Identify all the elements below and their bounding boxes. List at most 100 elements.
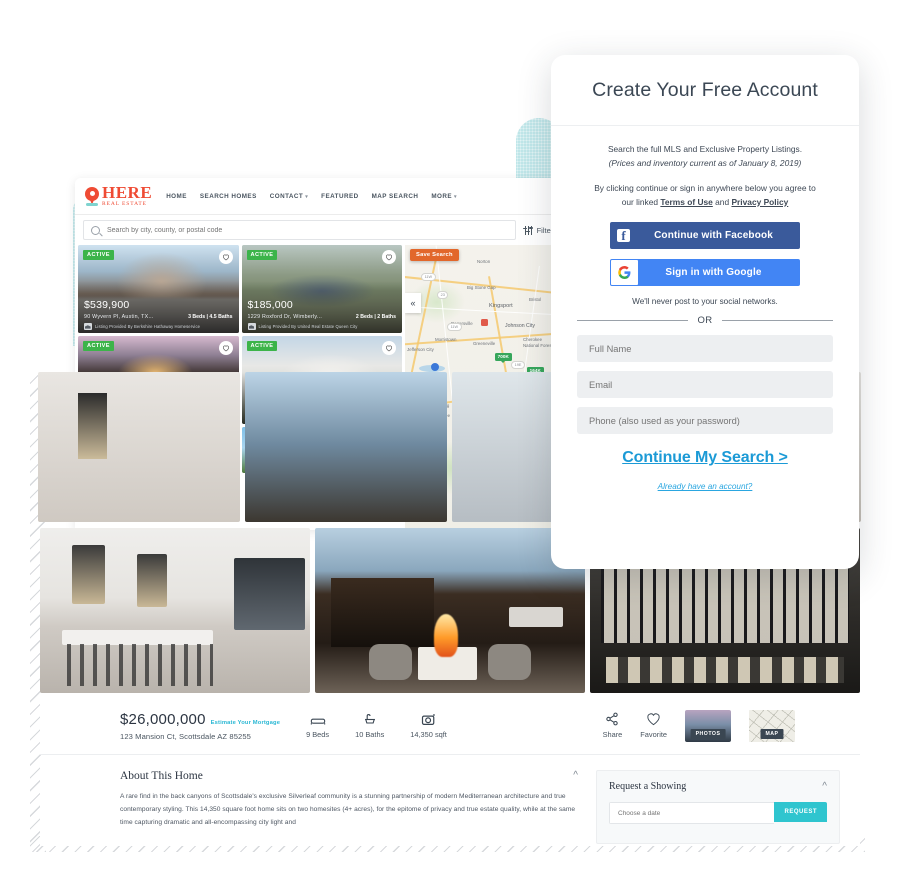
listing-provider: Listing Provided By United Real Estate Q… bbox=[247, 323, 358, 330]
listing-card[interactable]: ACTIVE $539,900 90 Wyvern Pl, Austin, TX… bbox=[78, 245, 239, 333]
listing-price: $185,000 bbox=[247, 299, 293, 311]
map-place-label: Bristol bbox=[529, 297, 542, 302]
photos-thumbnail-button[interactable]: PHOTOS bbox=[685, 709, 731, 742]
sign-in-with-google-button[interactable]: Sign in with Google bbox=[610, 259, 800, 287]
gallery-photo-kitchen[interactable] bbox=[40, 528, 310, 693]
continue-my-search-button[interactable]: Continue My Search > bbox=[577, 449, 833, 467]
terms-mid: our linked bbox=[621, 196, 661, 207]
chevron-down-icon: ▾ bbox=[305, 193, 309, 200]
nav-item-featured[interactable]: FEATURED bbox=[321, 193, 358, 200]
status-badge: ACTIVE bbox=[246, 341, 278, 351]
mls-house-icon bbox=[247, 323, 256, 330]
property-stat-beds: 9 Beds bbox=[306, 712, 329, 739]
map-place-label: Big Stone Gap bbox=[467, 285, 496, 290]
favorite-button[interactable]: Favorite bbox=[640, 712, 667, 739]
heart-icon bbox=[646, 712, 661, 726]
property-address: 123 Mansion Ct, Scottsdale AZ 85255 bbox=[120, 731, 251, 741]
page-canvas: HERE REAL ESTATE HOME SEARCH HOMES CONTA… bbox=[0, 0, 900, 881]
interstate-badge-icon bbox=[431, 363, 439, 371]
map-place-label: Greeneville bbox=[473, 341, 496, 346]
request-title: Request a Showing bbox=[609, 781, 687, 792]
gallery-photo[interactable] bbox=[38, 372, 240, 522]
nav-item-more[interactable]: MORE ▾ bbox=[431, 193, 457, 200]
full-name-input[interactable] bbox=[587, 342, 823, 355]
map-place-label: Morristown bbox=[435, 337, 457, 342]
property-price: $26,000,000 bbox=[120, 710, 206, 728]
privacy-policy-link[interactable]: Privacy Policy bbox=[731, 197, 788, 207]
share-button[interactable]: Share bbox=[603, 712, 622, 739]
already-have-account-link[interactable]: Already have an account? bbox=[577, 482, 833, 491]
modal-subtitle-line1: Search the full MLS and Exclusive Proper… bbox=[607, 144, 803, 154]
nav-item-contact[interactable]: CONTACT ▾ bbox=[270, 193, 308, 200]
terms-of-use-link[interactable]: Terms of Use bbox=[660, 197, 712, 207]
listing-card[interactable]: ACTIVE $185,000 1229 Roxford Dr, Wimberl… bbox=[241, 245, 402, 333]
map-place-label: Kingsport bbox=[489, 303, 513, 309]
nav-item-search-homes[interactable]: SEARCH HOMES bbox=[200, 193, 257, 200]
full-name-field[interactable] bbox=[577, 335, 833, 363]
property-stat-baths: 10 Baths bbox=[355, 712, 384, 739]
modal-subtitle: Search the full MLS and Exclusive Proper… bbox=[577, 143, 833, 170]
map-place-label: Jefferson City bbox=[407, 347, 434, 352]
modal-title: Create Your Free Account bbox=[592, 78, 818, 101]
google-button-label: Sign in with Google bbox=[665, 267, 762, 279]
site-search-row: Filters bbox=[75, 215, 565, 245]
favorite-heart-icon[interactable] bbox=[382, 341, 396, 355]
mls-house-icon bbox=[84, 323, 92, 330]
listing-address: 1229 Roxford Dr, Wimberly... bbox=[247, 314, 323, 320]
email-input[interactable] bbox=[587, 378, 823, 391]
site-logo[interactable]: HERE REAL ESTATE bbox=[85, 184, 152, 208]
continue-with-facebook-button[interactable]: Continue with Facebook bbox=[610, 222, 800, 250]
collapse-panel-button[interactable]: « bbox=[405, 293, 421, 313]
gallery-photo-patio[interactable] bbox=[315, 528, 585, 693]
favorite-heart-icon[interactable] bbox=[382, 250, 396, 264]
modal-body: Search the full MLS and Exclusive Proper… bbox=[551, 126, 859, 491]
terms-prefix: By clicking continue or sign in anywhere… bbox=[594, 183, 816, 194]
google-g-icon bbox=[611, 260, 638, 286]
property-stat-sqft: 14,350 sqft bbox=[410, 712, 447, 739]
logo-tagline: REAL ESTATE bbox=[102, 201, 147, 208]
site-navbar: HERE REAL ESTATE HOME SEARCH HOMES CONTA… bbox=[75, 178, 565, 215]
nav-item-map-search[interactable]: MAP SEARCH bbox=[372, 193, 419, 200]
property-price-block: $26,000,000 Estimate Your Mortgage 123 M… bbox=[120, 711, 280, 741]
map-pin-icon bbox=[85, 186, 99, 206]
divider-line-left bbox=[577, 320, 689, 322]
terms-and: and bbox=[712, 196, 732, 207]
chevron-down-icon: ▾ bbox=[454, 193, 457, 200]
route-shield: 23 bbox=[437, 291, 449, 299]
about-paragraph: A rare find in the back canyons of Scott… bbox=[120, 793, 576, 826]
favorite-heart-icon[interactable] bbox=[218, 341, 233, 355]
phone-input[interactable] bbox=[587, 414, 823, 427]
facebook-icon bbox=[610, 222, 637, 249]
bathtub-icon bbox=[363, 712, 377, 726]
status-badge: ACTIVE bbox=[83, 250, 114, 260]
request-button[interactable]: REQUEST bbox=[774, 802, 827, 822]
estimate-mortgage-link[interactable]: Estimate Your Mortgage bbox=[211, 720, 280, 726]
search-input[interactable] bbox=[105, 225, 508, 235]
nav-links: HOME SEARCH HOMES CONTACT ▾ FEATURED MAP … bbox=[166, 193, 457, 200]
map-place-label: Johnson City bbox=[505, 323, 535, 329]
gallery-photo[interactable] bbox=[245, 372, 447, 522]
nav-item-home[interactable]: HOME bbox=[166, 193, 187, 200]
listing-price: $539,900 bbox=[84, 299, 130, 311]
camera-icon bbox=[421, 712, 436, 726]
search-box[interactable] bbox=[83, 220, 516, 240]
date-input[interactable] bbox=[609, 802, 775, 824]
search-icon bbox=[91, 225, 100, 235]
chevron-up-icon[interactable]: ^ bbox=[573, 771, 578, 781]
sliders-icon bbox=[523, 225, 533, 235]
save-search-button[interactable]: Save Search bbox=[410, 249, 459, 261]
map-thumbnail-button[interactable]: MAP bbox=[749, 709, 795, 742]
status-badge: ACTIVE bbox=[83, 341, 114, 351]
chevron-up-icon[interactable]: ^ bbox=[822, 781, 827, 792]
or-label: OR bbox=[697, 315, 713, 327]
never-post-note: We'll never post to your social networks… bbox=[632, 297, 778, 307]
about-and-request-section: About This Home ^ A rare find in the bac… bbox=[40, 756, 860, 846]
share-icon bbox=[605, 712, 619, 726]
create-account-modal: Create Your Free Account Search the full… bbox=[551, 55, 859, 569]
map-price-marker[interactable]: 700K bbox=[495, 353, 512, 364]
email-field[interactable] bbox=[577, 371, 833, 399]
phone-field[interactable] bbox=[577, 407, 833, 435]
favorite-heart-icon[interactable] bbox=[218, 250, 233, 264]
bed-icon bbox=[310, 712, 326, 726]
divider-line-right bbox=[721, 320, 833, 322]
